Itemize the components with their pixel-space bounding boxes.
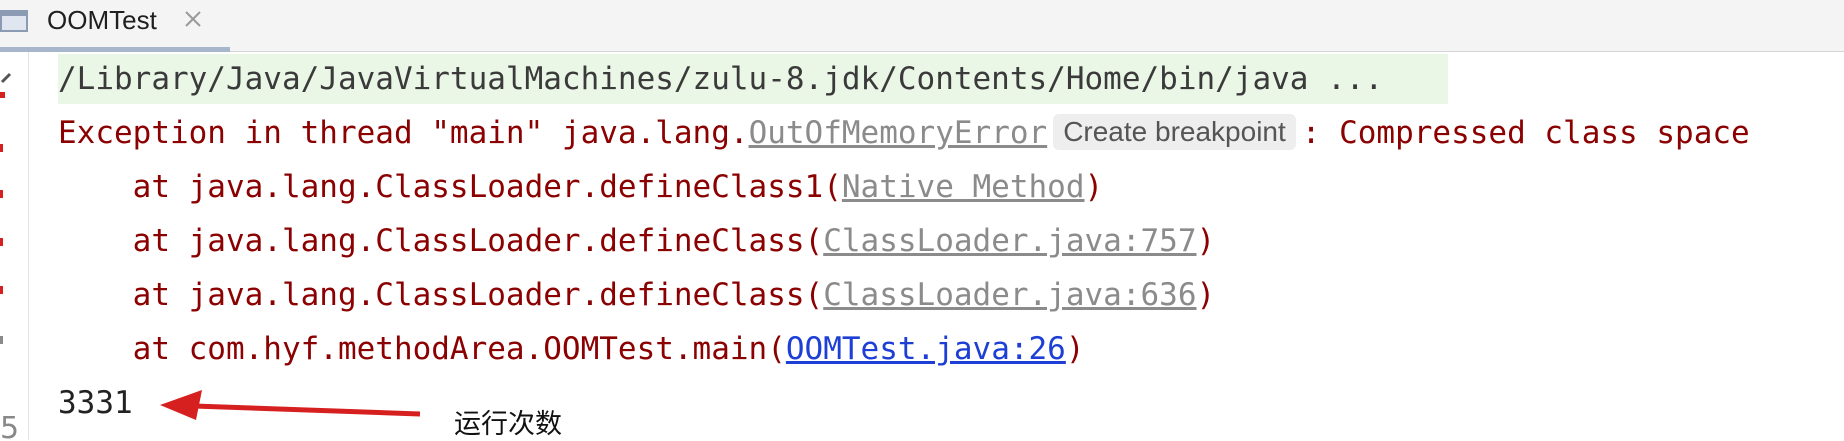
svg-text:5: 5 bbox=[0, 411, 19, 440]
run-config-icon bbox=[0, 8, 30, 34]
stack-frame-text: at java.lang.ClassLoader.defineClass( bbox=[58, 277, 824, 313]
oomtest-26-link[interactable]: OOMTest.java:26 bbox=[786, 331, 1066, 367]
native-method-link[interactable]: Native Method bbox=[842, 169, 1085, 205]
classloader-636-link[interactable]: ClassLoader.java:636 bbox=[823, 277, 1196, 313]
stack-frame-4: at com.hyf.methodArea.OOMTest.main(OOMTe… bbox=[58, 330, 1085, 368]
stack-frame-close: ) bbox=[1065, 331, 1085, 367]
stack-frame-text: at com.hyf.methodArea.OOMTest.main( bbox=[58, 331, 786, 367]
outofmemoryerror-link[interactable]: OutOfMemoryError bbox=[749, 115, 1048, 151]
stack-frame-1: at java.lang.ClassLoader.defineClass1(Na… bbox=[58, 168, 1104, 206]
exception-line: Exception in thread "main" java.lang.Out… bbox=[58, 114, 1750, 152]
run-console-output[interactable]: /Library/Java/JavaVirtualMachines/zulu-8… bbox=[28, 52, 1844, 440]
exception-suffix: : Compressed class space bbox=[1301, 115, 1750, 151]
annotation-arrow-icon bbox=[160, 390, 421, 420]
run-count-output: 3331 bbox=[58, 385, 133, 421]
tab-title: OOMTest bbox=[47, 5, 157, 35]
stack-frame-2: at java.lang.ClassLoader.defineClass(Cla… bbox=[58, 222, 1216, 260]
gutter-icons: 5 bbox=[0, 72, 19, 440]
exception-prefix: Exception in thread "main" java.lang. bbox=[58, 115, 749, 151]
java-command-line: /Library/Java/JavaVirtualMachines/zulu-8… bbox=[58, 61, 1384, 97]
stack-frame-close: ) bbox=[1196, 223, 1216, 259]
editor-tab-bar: OOMTest bbox=[0, 0, 1844, 52]
classloader-757-link[interactable]: ClassLoader.java:757 bbox=[823, 223, 1196, 259]
tab-oomtest[interactable]: OOMTest bbox=[0, 0, 230, 52]
stack-frame-text: at java.lang.ClassLoader.defineClass1( bbox=[58, 169, 842, 205]
create-breakpoint-button[interactable]: Create breakpoint bbox=[1053, 114, 1296, 150]
stack-frame-close: ) bbox=[1084, 169, 1104, 205]
run-count-annotation: 运行次数 bbox=[454, 409, 562, 439]
stack-frame-3: at java.lang.ClassLoader.defineClass(Cla… bbox=[58, 276, 1216, 314]
close-icon[interactable] bbox=[182, 8, 204, 30]
stack-frame-close: ) bbox=[1196, 277, 1216, 313]
stack-frame-text: at java.lang.ClassLoader.defineClass( bbox=[58, 223, 824, 259]
console-gutter: 5 bbox=[0, 52, 29, 440]
